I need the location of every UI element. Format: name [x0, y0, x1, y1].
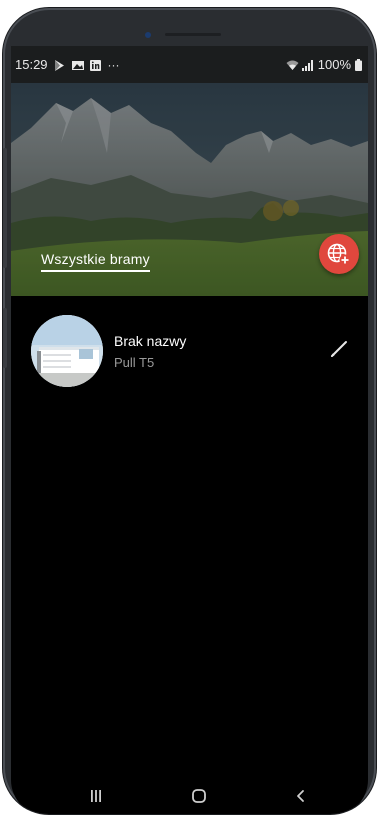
earpiece	[165, 33, 221, 36]
battery-icon	[355, 59, 362, 71]
pencil-icon	[331, 341, 347, 357]
recents-icon	[91, 790, 101, 802]
screen: 15:29 ··· 100% Wszystkie bramy Brak nazw…	[11, 46, 368, 814]
signal-icon	[301, 59, 314, 71]
add-gate-button[interactable]	[319, 234, 359, 274]
back-icon	[297, 790, 304, 802]
gate-photo	[31, 315, 103, 387]
linkedin-icon	[89, 59, 102, 71]
gate-model: Pull T5	[114, 355, 155, 370]
gate-list-item[interactable]: Brak nazwy Pull T5	[11, 308, 368, 388]
recents-button[interactable]	[76, 782, 116, 810]
nav-bar	[11, 776, 368, 814]
front-camera	[145, 32, 151, 38]
phone-frame: 15:29 ··· 100% Wszystkie bramy Brak nazw…	[3, 8, 376, 814]
gallery-icon	[71, 59, 84, 70]
play-store-icon	[54, 59, 66, 71]
status-time: 15:29	[15, 57, 48, 72]
edit-gate-button[interactable]	[326, 336, 352, 362]
gate-name: Brak nazwy	[114, 333, 187, 349]
header-banner: Wszystkie bramy	[11, 83, 368, 296]
globe-add-icon	[327, 243, 351, 266]
page-title[interactable]: Wszystkie bramy	[41, 251, 150, 272]
wifi-icon	[286, 59, 299, 70]
gate-avatar	[31, 315, 103, 387]
side-button	[3, 148, 7, 268]
status-right: 100%	[286, 57, 362, 72]
status-more: ···	[107, 57, 120, 72]
side-button	[3, 308, 7, 368]
home-button[interactable]	[179, 782, 219, 810]
status-bar: 15:29 ··· 100%	[11, 46, 368, 83]
status-left: 15:29 ···	[15, 57, 120, 72]
back-button[interactable]	[281, 782, 321, 810]
battery-percent: 100%	[317, 57, 351, 72]
home-icon	[192, 789, 206, 803]
